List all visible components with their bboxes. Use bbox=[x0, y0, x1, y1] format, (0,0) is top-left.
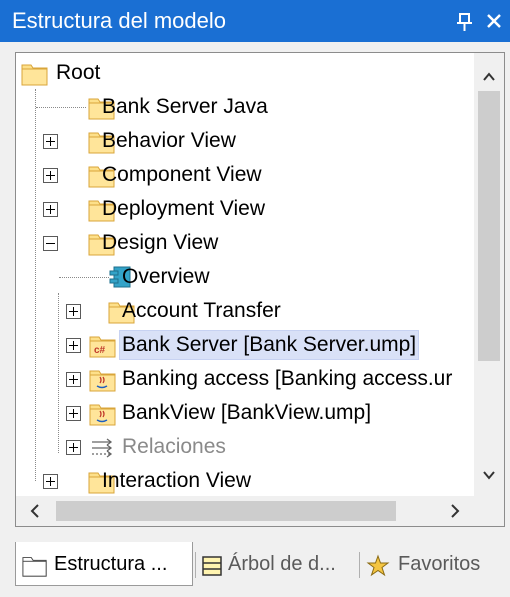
tree-item-root[interactable]: Root bbox=[16, 56, 474, 90]
tree-item-bank-server-java[interactable]: Bank Server Java bbox=[16, 90, 474, 124]
folder-icon bbox=[21, 60, 49, 86]
expand-toggle[interactable] bbox=[43, 168, 58, 183]
vertical-scrollbar[interactable] bbox=[474, 53, 504, 496]
tree-viewport: Root Bank Server Java Behavior View Comp… bbox=[16, 53, 474, 496]
tree-item-deployment-view[interactable]: Deployment View bbox=[16, 192, 474, 226]
panel-tab-bar: Estructura ... Árbol de d... Favoritos bbox=[0, 534, 510, 597]
scroll-left-arrow-icon[interactable] bbox=[20, 496, 50, 526]
expand-toggle[interactable] bbox=[43, 202, 58, 217]
horizontal-scroll-thumb[interactable] bbox=[56, 501, 396, 521]
tree-item-relaciones[interactable]: Relaciones bbox=[16, 430, 474, 464]
horizontal-scrollbar[interactable] bbox=[16, 496, 474, 526]
tree-item-account-transfer[interactable]: Account Transfer bbox=[16, 294, 474, 328]
expand-toggle[interactable] bbox=[43, 474, 58, 489]
panel-title-bar: Estructura del modelo bbox=[0, 0, 510, 42]
tree-item-component-view[interactable]: Component View bbox=[16, 158, 474, 192]
tree-item-interaction-view[interactable]: Interaction View bbox=[16, 464, 474, 496]
java-package-icon bbox=[89, 366, 117, 392]
expand-toggle[interactable] bbox=[66, 304, 81, 319]
expand-toggle[interactable] bbox=[43, 134, 58, 149]
tree-item-banking-access[interactable]: Banking access [Banking access.ur bbox=[16, 362, 474, 396]
scrollbar-corner bbox=[474, 496, 504, 526]
svg-text:c#: c# bbox=[94, 345, 106, 356]
model-tree-panel: Estructura del modelo Root Bank Server J… bbox=[0, 0, 510, 597]
scroll-down-arrow-icon[interactable] bbox=[474, 461, 504, 491]
relations-icon bbox=[89, 434, 117, 460]
close-icon[interactable] bbox=[482, 0, 506, 42]
tree-item-overview[interactable]: Overview bbox=[16, 260, 474, 294]
vertical-scroll-thumb[interactable] bbox=[478, 91, 500, 361]
tab-arbol[interactable]: Árbol de d... bbox=[200, 544, 355, 584]
csharp-package-icon: c# bbox=[89, 332, 117, 358]
java-package-icon bbox=[89, 400, 117, 426]
pin-icon[interactable] bbox=[454, 0, 476, 42]
expand-toggle[interactable] bbox=[66, 406, 81, 421]
folder-icon bbox=[22, 550, 48, 594]
favorites-icon bbox=[366, 552, 390, 592]
tab-estructura[interactable]: Estructura ... bbox=[15, 542, 193, 586]
scroll-right-arrow-icon[interactable] bbox=[440, 496, 470, 526]
tab-favoritos[interactable]: Favoritos bbox=[366, 544, 506, 584]
tree-item-bank-server[interactable]: c# Bank Server [Bank Server.ump] bbox=[16, 328, 474, 362]
tab-separator bbox=[195, 552, 196, 578]
expand-toggle[interactable] bbox=[66, 372, 81, 387]
tab-separator bbox=[359, 552, 360, 578]
tree-item-behavior-view[interactable]: Behavior View bbox=[16, 124, 474, 158]
tree-item-bankview[interactable]: BankView [BankView.ump] bbox=[16, 396, 474, 430]
collapse-toggle[interactable] bbox=[43, 236, 58, 251]
panel-title: Estructura del modelo bbox=[12, 8, 226, 33]
expand-toggle[interactable] bbox=[66, 338, 81, 353]
expand-toggle[interactable] bbox=[66, 440, 81, 455]
diagram-tree-icon bbox=[200, 552, 224, 592]
tree-item-design-view[interactable]: Design View bbox=[16, 226, 474, 260]
model-tree: Root Bank Server Java Behavior View Comp… bbox=[15, 52, 505, 527]
scroll-up-arrow-icon[interactable] bbox=[474, 61, 504, 91]
